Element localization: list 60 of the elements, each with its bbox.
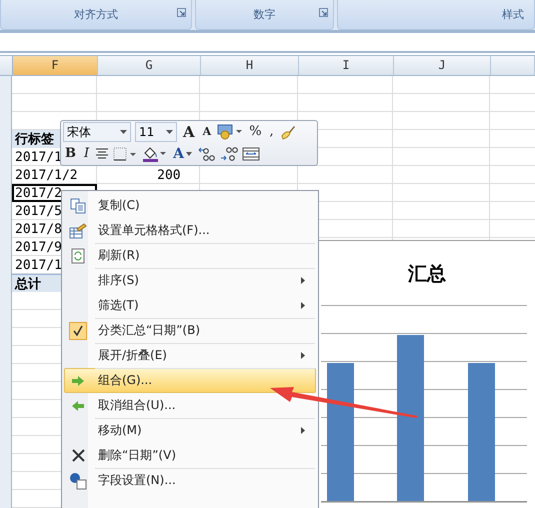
increase-decimal-icon[interactable]	[198, 146, 216, 162]
style-button[interactable]: %	[247, 123, 264, 141]
fill-color-icon[interactable]	[141, 146, 168, 162]
table-cell-text: 2017/1/2	[14, 166, 79, 184]
submenu-arrow-icon	[301, 352, 305, 359]
currency-icon[interactable]	[217, 124, 244, 140]
merge-cells-icon[interactable]	[242, 147, 260, 161]
dialog-launcher-icon[interactable]	[319, 8, 328, 17]
style-button[interactable]: ,	[268, 123, 276, 141]
menu-item[interactable]: 展开/折叠(E)	[64, 343, 316, 368]
copy-icon	[70, 198, 86, 214]
left-arrow-icon	[71, 400, 85, 410]
table-cell-text: 2017/8	[14, 220, 63, 238]
group-label: 数字	[254, 7, 276, 22]
menu-item[interactable]: 刷新(R)	[64, 243, 316, 268]
caret-icon	[186, 152, 192, 156]
menu-item[interactable]: 组合(G)...	[64, 368, 316, 393]
chart-title: 汇总	[406, 262, 447, 287]
menu-item[interactable]: 复制(C)	[64, 193, 316, 218]
table-cell-text: 200	[156, 166, 182, 184]
bold-button[interactable]: B	[63, 145, 78, 163]
column-header[interactable]: G	[98, 56, 201, 75]
borders-icon[interactable]	[113, 147, 138, 161]
caret-icon	[120, 130, 127, 134]
table-cell-text: 2017/9	[14, 238, 63, 256]
table-cell-text: 2017/1	[14, 256, 63, 274]
decrease-decimal-icon[interactable]	[220, 146, 238, 162]
align-center-icon[interactable]	[95, 148, 110, 160]
font-color-button[interactable]: A	[171, 145, 194, 163]
menu-item[interactable]: 删除“日期”(V)	[64, 443, 316, 468]
submenu-arrow-icon	[301, 277, 305, 284]
column-header[interactable]: H	[201, 56, 299, 75]
paintbrush-icon[interactable]	[280, 124, 296, 140]
menu-item[interactable]: 移动(M)	[64, 418, 316, 443]
delete-icon	[72, 449, 84, 462]
font-dropdown[interactable]: 宋体	[63, 122, 131, 142]
menu-item[interactable]: 设置单元格格式(F)...	[64, 218, 316, 243]
submenu-arrow-icon	[301, 427, 305, 434]
menu-item[interactable]: 分类汇总“日期”(B)	[64, 318, 316, 343]
format-cells-icon	[69, 222, 87, 238]
submenu-arrow-icon	[301, 302, 305, 309]
column-header[interactable]: I	[299, 56, 394, 75]
group-label: 样式	[502, 7, 524, 22]
size-dropdown[interactable]: 11	[135, 122, 177, 142]
table-cell-text: 2017/5	[14, 202, 63, 220]
table-cell-text: 2017/1	[14, 148, 63, 166]
shrink-font-button[interactable]: A	[200, 123, 214, 141]
column-header[interactable]: J	[394, 56, 491, 75]
refresh-icon	[71, 248, 85, 264]
grow-font-button[interactable]: A	[181, 123, 197, 141]
caret-icon	[166, 130, 173, 134]
menu-item[interactable]: 筛选(T)	[64, 293, 316, 318]
field-settings-icon	[69, 472, 87, 490]
right-arrow-icon	[71, 376, 85, 386]
dialog-launcher-icon[interactable]	[177, 8, 186, 17]
column-header[interactable]: F	[13, 56, 98, 75]
group-label: 对齐方式	[74, 7, 118, 22]
menu-item[interactable]: 取消组合(U)...	[64, 393, 316, 418]
italic-button[interactable]: I	[82, 145, 92, 163]
menu-item[interactable]: 字段设置(N)...	[64, 468, 316, 493]
